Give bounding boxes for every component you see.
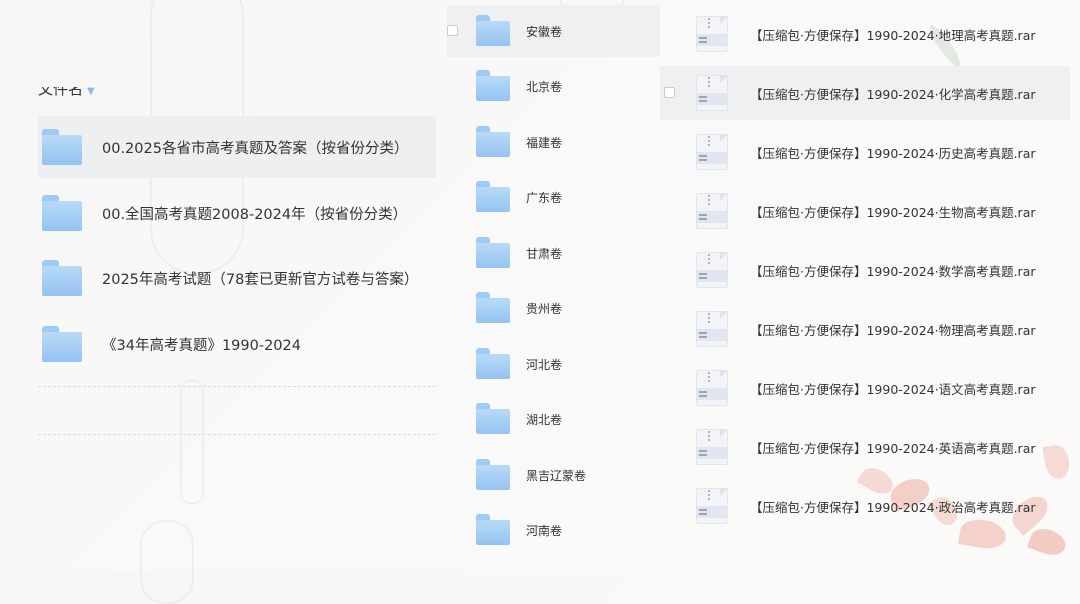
folder-name: 河南卷	[526, 523, 563, 538]
folder-icon	[42, 195, 82, 231]
folder-row[interactable]: 2025年高考试题（78套已更新官方试卷与答案）	[38, 247, 436, 309]
folder-name: 贵州卷	[526, 301, 563, 316]
folder-row[interactable]: 00.2025各省市高考真题及答案（按省份分类）	[38, 116, 436, 178]
folder-name: 《34年高考真题》1990-2024	[102, 337, 301, 354]
folder-icon	[476, 126, 510, 157]
file-name: 【压缩包·方便保存】1990-2024·历史高考真题.rar	[750, 145, 1036, 161]
folder-icon	[476, 237, 510, 268]
file-row[interactable]: 【压缩包·方便保存】1990-2024·地理高考真题.rar	[660, 7, 1070, 61]
file-row[interactable]: 【压缩包·方便保存】1990-2024·数学高考真题.rar	[660, 243, 1070, 297]
file-row[interactable]: 【压缩包·方便保存】1990-2024·语文高考真题.rar	[660, 361, 1070, 415]
file-name: 【压缩包·方便保存】1990-2024·英语高考真题.rar	[750, 440, 1036, 456]
file-row[interactable]: 【压缩包·方便保存】1990-2024·政治高考真题.rar	[660, 479, 1070, 533]
file-row[interactable]: 【压缩包·方便保存】1990-2024·历史高考真题.rar	[660, 125, 1070, 179]
column-header-filename[interactable]: 文件名 ▼	[38, 80, 95, 96]
folder-name: 黑吉辽蒙卷	[526, 468, 587, 483]
file-name: 【压缩包·方便保存】1990-2024·政治高考真题.rar	[750, 499, 1036, 515]
file-name: 【压缩包·方便保存】1990-2024·数学高考真题.rar	[750, 263, 1036, 279]
folder-name: 北京卷	[526, 79, 563, 94]
folder-row[interactable]: 《34年高考真题》1990-2024	[38, 313, 436, 375]
row-checkbox[interactable]	[447, 25, 458, 36]
chevron-down-icon: ▼	[87, 86, 95, 96]
folder-name: 湖北卷	[526, 412, 563, 427]
folder-icon	[42, 260, 82, 296]
file-row[interactable]: 【压缩包·方便保存】1990-2024·化学高考真题.rar	[660, 66, 1070, 120]
archive-file-icon	[694, 252, 730, 288]
column-header-label: 文件名	[38, 80, 84, 96]
folder-icon	[476, 15, 510, 46]
left-file-list: 文件名 ▼ 00.2025各省市高考真题及答案（按省份分类） 00.全国高考真题2…	[38, 0, 436, 570]
file-name: 【压缩包·方便保存】1990-2024·物理高考真题.rar	[750, 322, 1036, 338]
folder-name: 00.2025各省市高考真题及答案（按省份分类）	[102, 140, 409, 157]
file-name: 【压缩包·方便保存】1990-2024·生物高考真题.rar	[750, 204, 1036, 220]
folder-row[interactable]: 甘肃卷	[447, 227, 660, 279]
folder-name: 广东卷	[526, 190, 563, 205]
archive-file-icon	[694, 193, 730, 229]
folder-name: 安徽卷	[526, 24, 563, 39]
folder-row[interactable]: 湖北卷	[447, 393, 660, 445]
folder-icon	[476, 514, 510, 545]
folder-row[interactable]: 北京卷	[447, 60, 660, 112]
archive-file-icon	[694, 370, 730, 406]
archive-file-icon	[694, 75, 730, 111]
archive-file-icon	[694, 16, 730, 52]
folder-name: 河北卷	[526, 357, 563, 372]
file-name: 【压缩包·方便保存】1990-2024·地理高考真题.rar	[750, 27, 1036, 43]
folder-row[interactable]: 福建卷	[447, 116, 660, 168]
file-name: 【压缩包·方便保存】1990-2024·化学高考真题.rar	[750, 86, 1036, 102]
archive-file-icon	[694, 488, 730, 524]
file-name: 【压缩包·方便保存】1990-2024·语文高考真题.rar	[750, 381, 1036, 397]
folder-row[interactable]: 河北卷	[447, 338, 660, 390]
folder-icon	[476, 459, 510, 490]
folder-row[interactable]: 00.全国高考真题2008-2024年（按省份分类）	[38, 182, 436, 244]
folder-name: 甘肃卷	[526, 246, 563, 261]
folder-icon	[42, 129, 82, 165]
file-row[interactable]: 【压缩包·方便保存】1990-2024·英语高考真题.rar	[660, 420, 1070, 474]
row-checkbox[interactable]	[664, 87, 675, 98]
archive-file-icon	[694, 429, 730, 465]
folder-name: 2025年高考试题（78套已更新官方试卷与答案）	[102, 271, 419, 288]
divider	[38, 386, 436, 387]
divider	[38, 434, 436, 435]
archive-file-icon	[694, 311, 730, 347]
folder-row[interactable]: 广东卷	[447, 171, 660, 223]
folder-icon	[42, 326, 82, 362]
province-folder-list: 安徽卷 北京卷 福建卷 广东卷 甘肃卷 贵州卷 河北卷 湖北卷 黑吉辽蒙卷 河南…	[447, 0, 660, 570]
archive-file-list: 【压缩包·方便保存】1990-2024·地理高考真题.rar 【压缩包·方便保存…	[660, 0, 1070, 570]
folder-row[interactable]: 黑吉辽蒙卷	[447, 449, 660, 501]
folder-row[interactable]: 河南卷	[447, 504, 660, 556]
archive-file-icon	[694, 134, 730, 170]
folder-icon	[476, 348, 510, 379]
file-row[interactable]: 【压缩包·方便保存】1990-2024·物理高考真题.rar	[660, 302, 1070, 356]
folder-icon	[476, 292, 510, 323]
file-row[interactable]: 【压缩包·方便保存】1990-2024·生物高考真题.rar	[660, 184, 1070, 238]
folder-icon	[476, 181, 510, 212]
folder-name: 福建卷	[526, 135, 563, 150]
folder-row[interactable]: 安徽卷	[447, 5, 660, 57]
folder-icon	[476, 70, 510, 101]
folder-name: 00.全国高考真题2008-2024年（按省份分类）	[102, 206, 408, 223]
folder-icon	[476, 403, 510, 434]
folder-row[interactable]: 贵州卷	[447, 282, 660, 334]
